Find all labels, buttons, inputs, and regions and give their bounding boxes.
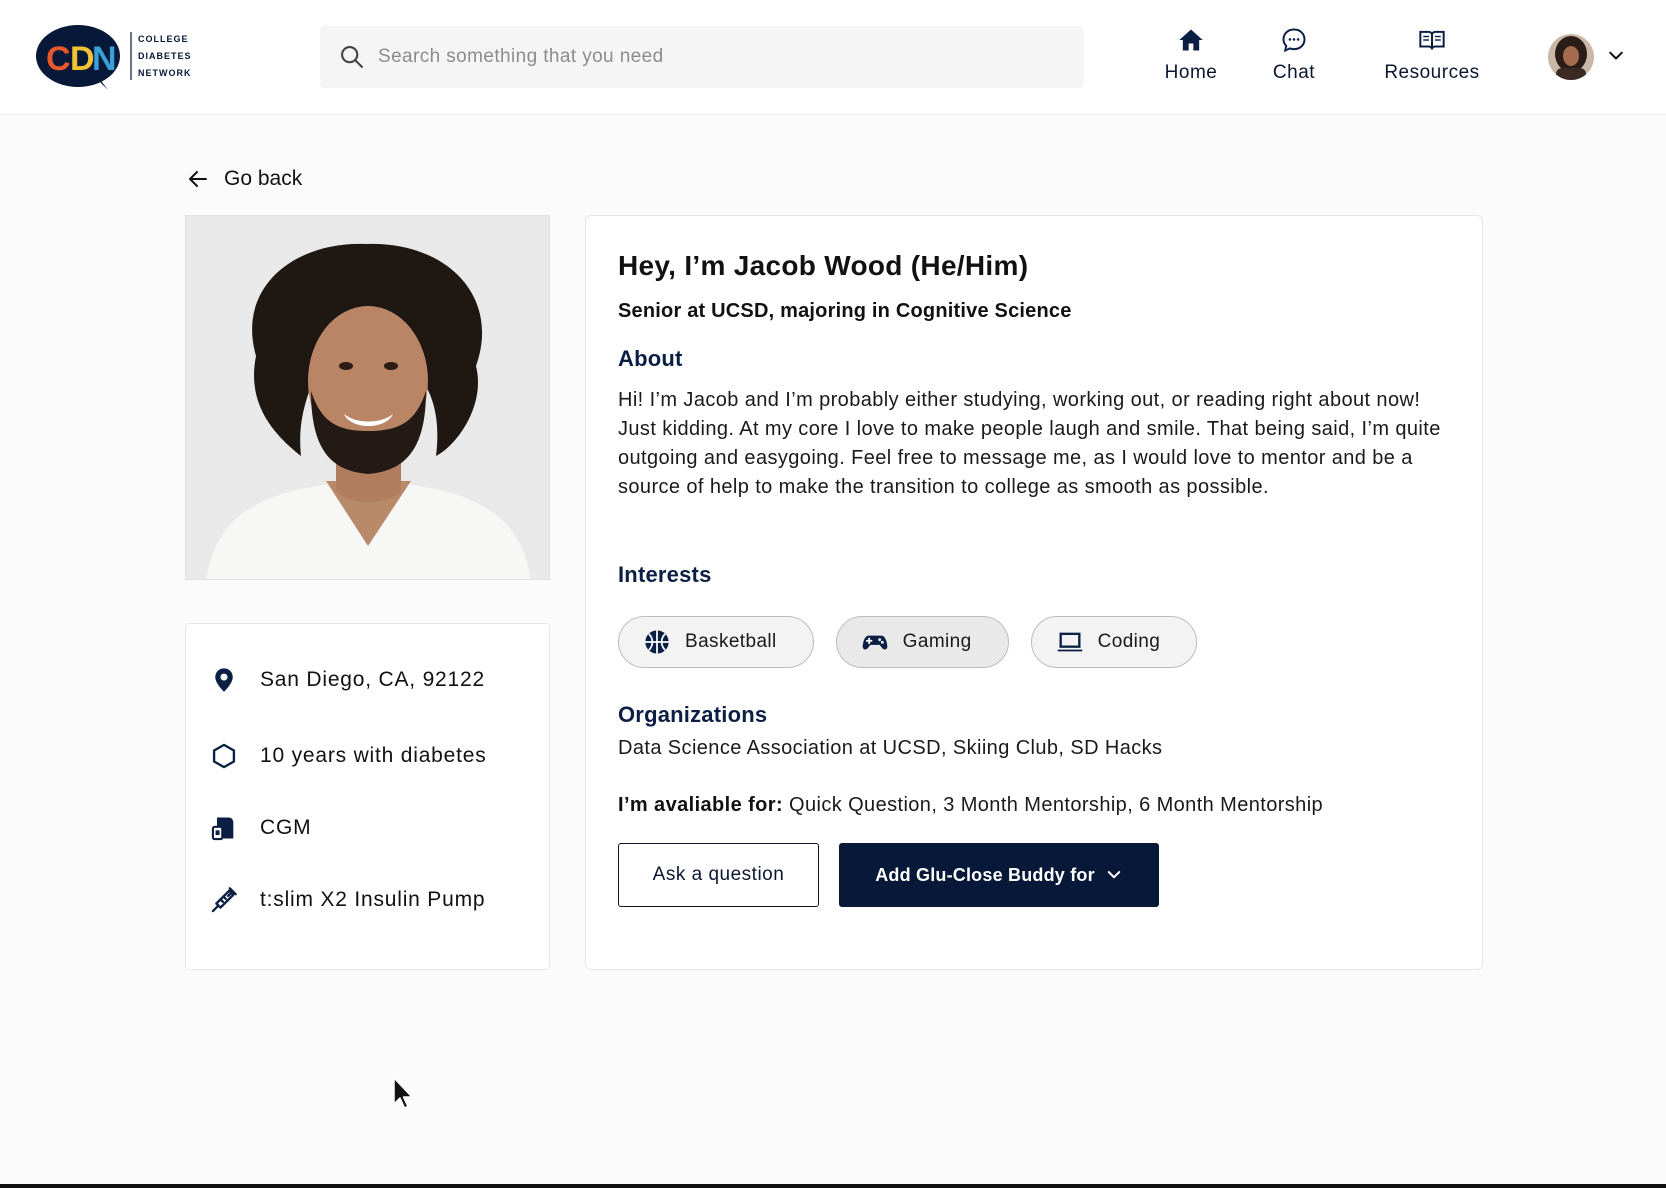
bottom-edge xyxy=(0,1184,1666,1188)
interests-heading: Interests xyxy=(618,562,712,587)
profile-card: Hey, I’m Jacob Wood (He/Him) Senior at U… xyxy=(585,215,1483,970)
nav-resources-label: Resources xyxy=(1384,62,1480,83)
home-icon xyxy=(1179,29,1203,51)
svg-text:N: N xyxy=(92,40,117,78)
search-input[interactable] xyxy=(378,46,1058,68)
chevron-down-icon[interactable] xyxy=(1606,46,1626,66)
logo-line-network: NETWORK xyxy=(138,68,192,78)
svg-text:D: D xyxy=(70,40,95,78)
availability: I’m avaliable for: Quick Question, 3 Mon… xyxy=(618,794,1323,817)
search-bar[interactable] xyxy=(320,26,1084,88)
search-icon xyxy=(341,46,363,68)
profile-photo xyxy=(185,215,550,580)
laptop-icon xyxy=(1057,632,1082,652)
organizations-text: Data Science Association at UCSD, Skiing… xyxy=(618,737,1163,759)
ask-question-button[interactable]: Ask a question xyxy=(618,843,819,907)
info-years-text: 10 years with diabetes xyxy=(260,744,487,767)
about-heading: About xyxy=(618,346,683,371)
chat-bubble-icon xyxy=(1282,28,1306,53)
map-pin-icon xyxy=(215,668,233,692)
cdn-logo[interactable]: C D N COLLEGE DIABETES NETWORK xyxy=(36,24,191,92)
logo-line-diabetes: DIABETES xyxy=(138,51,192,61)
profile-photo-image xyxy=(186,216,549,579)
interest-label: Basketball xyxy=(685,631,777,652)
interest-chip-basketball[interactable]: Basketball xyxy=(618,616,814,668)
interest-label: Coding xyxy=(1097,631,1161,652)
interest-chip-gaming[interactable]: Gaming xyxy=(835,616,1009,668)
nav-resources[interactable]: Resources xyxy=(1376,26,1488,90)
avatar-image xyxy=(1548,34,1594,80)
nav-chat[interactable]: Chat xyxy=(1258,26,1330,90)
interest-chips: Basketball Gaming Coding xyxy=(618,616,1219,668)
profile-subtitle: Senior at UCSD, majoring in Cognitive Sc… xyxy=(618,300,1072,322)
syringe-icon xyxy=(211,887,237,913)
availability-value: Quick Question, 3 Month Mentorship, 6 Mo… xyxy=(783,794,1324,816)
cgm-device-icon xyxy=(211,817,234,841)
info-pump-text: t:slim X2 Insulin Pump xyxy=(260,888,486,911)
info-card: San Diego, CA, 92122 10 years with diabe… xyxy=(185,623,550,970)
nav-home-label: Home xyxy=(1164,62,1218,83)
top-header: C D N COLLEGE DIABETES NETWORK Home xyxy=(0,0,1666,115)
nav-chat-label: Chat xyxy=(1272,62,1316,83)
gamepad-icon xyxy=(862,635,887,650)
profile-name: Hey, I’m Jacob Wood (He/Him) xyxy=(618,250,1029,281)
nav-home[interactable]: Home xyxy=(1146,26,1236,90)
arrow-left-icon xyxy=(189,171,207,187)
add-buddy-label: Add Glu-Close Buddy for xyxy=(875,864,1095,885)
info-location: San Diego, CA, 92122 xyxy=(210,666,485,694)
logo-line-college: COLLEGE xyxy=(138,34,189,44)
info-device: CGM xyxy=(210,814,311,842)
mouse-cursor-icon xyxy=(393,1077,413,1109)
info-years: 10 years with diabetes xyxy=(210,742,487,770)
info-pump: t:slim X2 Insulin Pump xyxy=(210,886,485,914)
svg-text:C: C xyxy=(46,40,71,78)
go-back-label: Go back xyxy=(224,167,303,190)
availability-label: I’m avaliable for: xyxy=(618,794,784,816)
basketball-icon xyxy=(645,630,669,654)
info-device-text: CGM xyxy=(260,816,312,839)
book-icon xyxy=(1419,30,1445,50)
hexagon-icon xyxy=(212,743,236,769)
info-location-text: San Diego, CA, 92122 xyxy=(260,668,485,691)
add-buddy-button[interactable]: Add Glu-Close Buddy for xyxy=(839,843,1159,907)
chevron-down-icon xyxy=(1107,871,1121,879)
interest-chip-coding[interactable]: Coding xyxy=(1030,616,1198,668)
interest-label: Gaming xyxy=(902,631,972,652)
go-back-link[interactable]: Go back xyxy=(186,164,302,194)
organizations-heading: Organizations xyxy=(618,702,768,727)
about-text: Hi! I’m Jacob and I’m probably either st… xyxy=(618,389,1441,498)
user-avatar[interactable] xyxy=(1548,34,1594,80)
